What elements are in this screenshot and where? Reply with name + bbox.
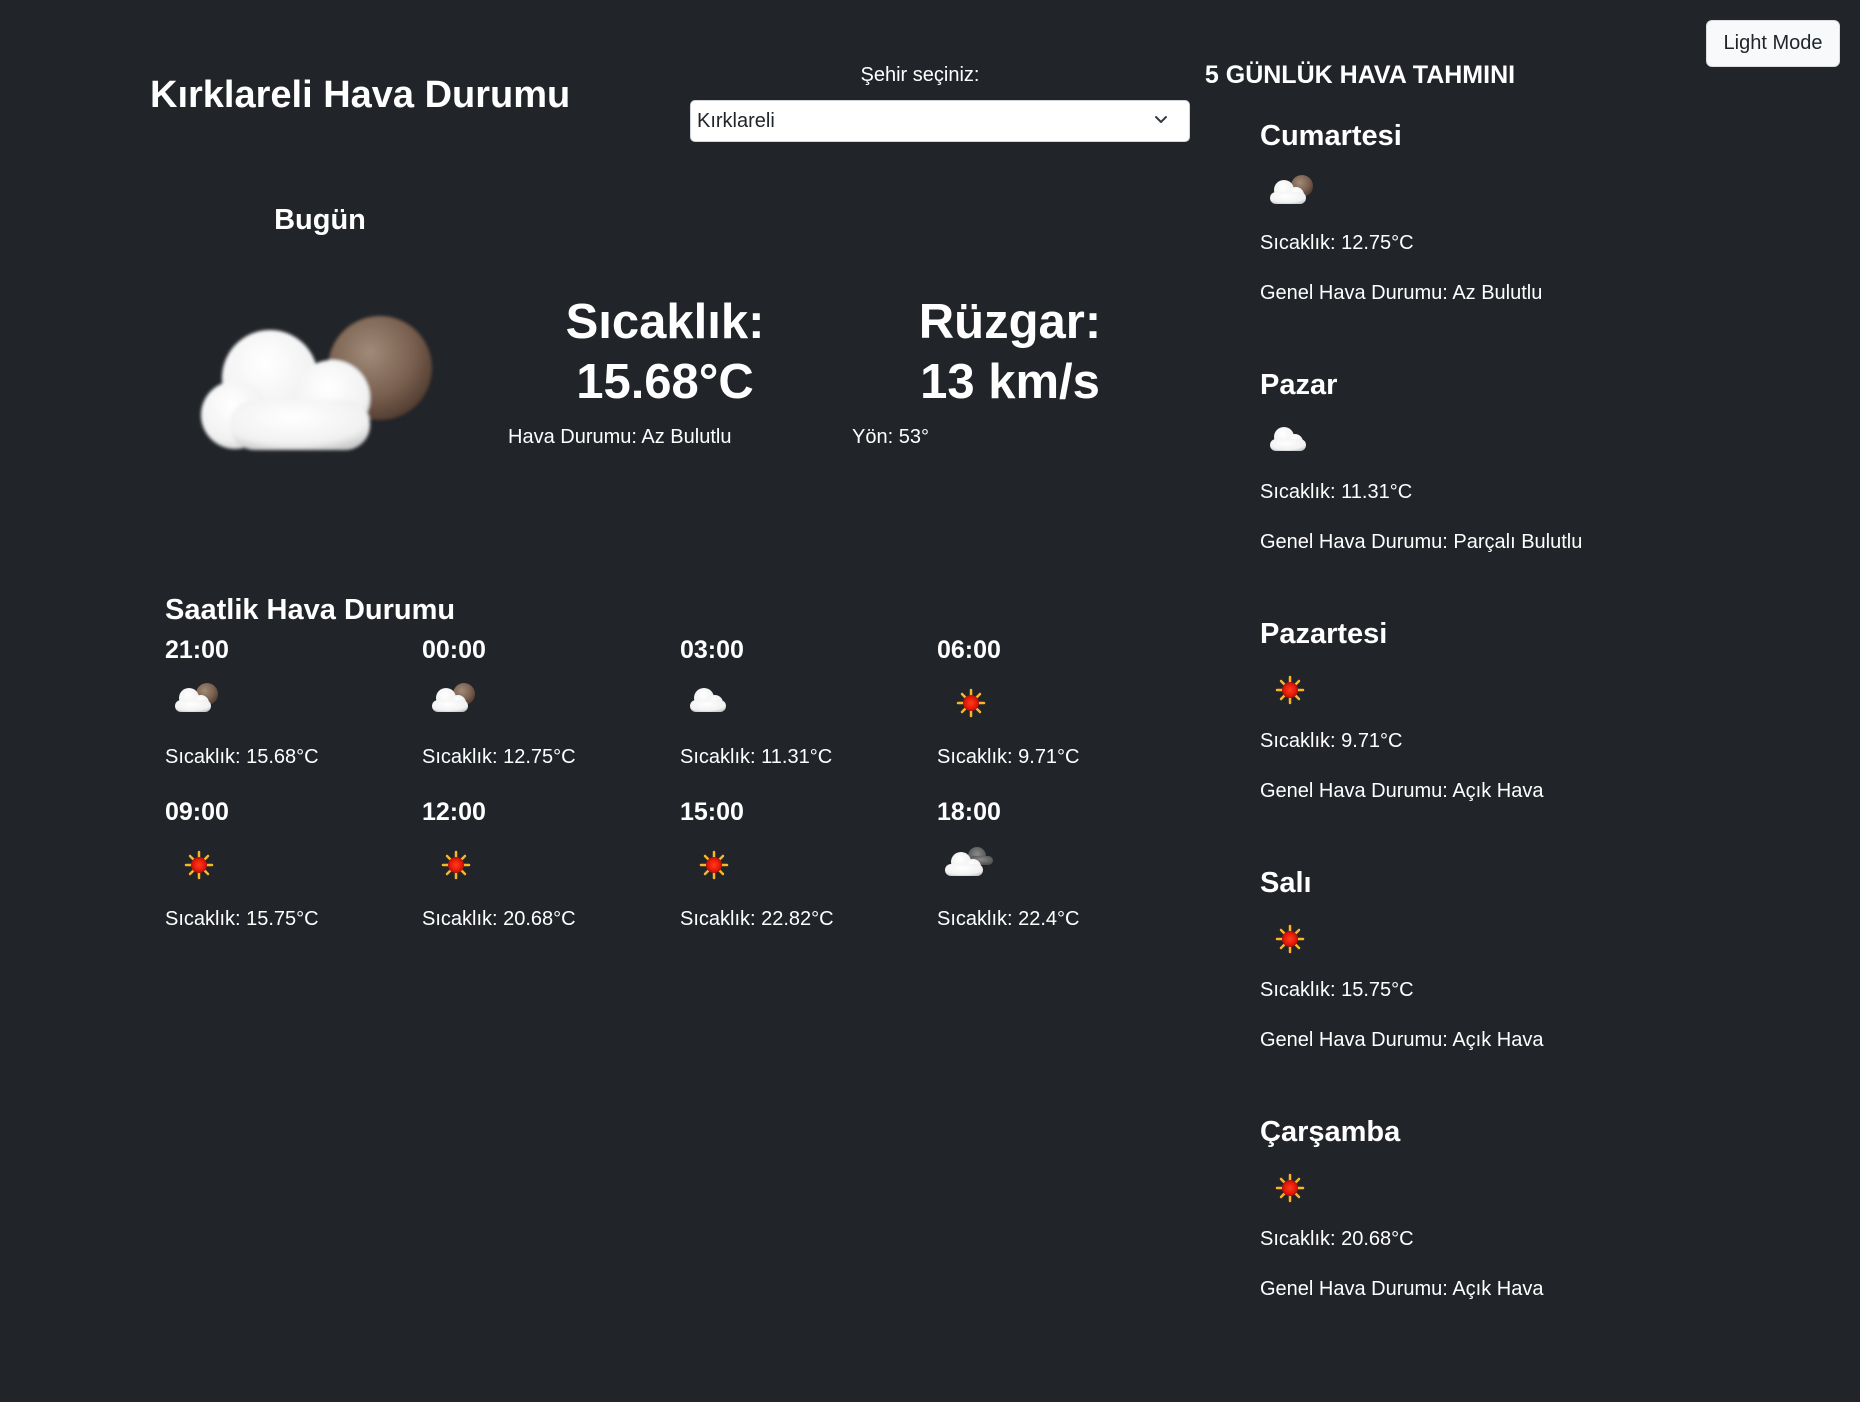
hourly-temp: Sıcaklık: 15.75°C	[165, 908, 319, 930]
cloud-icon	[682, 676, 742, 722]
city-select-value: Kırklareli	[697, 109, 775, 132]
hourly-item: 18:00 Sıcaklık: 22.4°C	[937, 798, 1187, 948]
forecast-day: Pazar Sıcaklık: 11.31°C Genel Hava Durum…	[1260, 369, 1820, 609]
few-clouds-icon	[190, 300, 450, 470]
hourly-title: Saatlik Hava Durumu	[165, 594, 456, 626]
hourly-time: 06:00	[937, 636, 1001, 664]
hourly-time: 15:00	[680, 798, 744, 826]
hourly-item: 03:00 Sıcaklık: 11.31°C	[680, 636, 930, 786]
forecast-day: Çarşamba Sıcaklık: 20.68°C Genel Hava Du…	[1260, 1116, 1820, 1356]
forecast-day: Pazartesi Sıcaklık: 9.71°C Genel Hava Du…	[1260, 618, 1820, 858]
hourly-item: 21:00 Sıcaklık: 15.68°C	[165, 636, 415, 786]
light-mode-button[interactable]: Light Mode	[1706, 20, 1840, 67]
hourly-time: 18:00	[937, 798, 1001, 826]
today-label: Bugün	[274, 204, 366, 236]
forecast-temp: Sıcaklık: 11.31°C	[1260, 481, 1413, 503]
forecast-condition: Genel Hava Durumu: Az Bulutlu	[1260, 282, 1543, 304]
hourly-time: 03:00	[680, 636, 744, 664]
forecast-temp: Sıcaklık: 20.68°C	[1260, 1228, 1414, 1250]
hourly-temp: Sıcaklık: 22.4°C	[937, 908, 1080, 930]
hourly-time: 12:00	[422, 798, 486, 826]
forecast-day: Cumartesi Sıcaklık: 12.75°C Genel Hava D…	[1260, 120, 1820, 360]
sun-icon	[1262, 666, 1322, 712]
city-select[interactable]: Kırklareli	[690, 100, 1190, 142]
hourly-time: 21:00	[165, 636, 229, 664]
hourly-temp: Sıcaklık: 20.68°C	[422, 908, 576, 930]
forecast-condition: Genel Hava Durumu: Açık Hava	[1260, 1278, 1544, 1300]
hourly-temp: Sıcaklık: 11.31°C	[680, 746, 833, 768]
hourly-item: 06:00 Sıcaklık: 9.71°C	[937, 636, 1187, 786]
forecast-day-name: Cumartesi	[1260, 120, 1402, 152]
wind-value: 13 km/s	[920, 355, 1100, 409]
sun-icon	[682, 838, 742, 884]
sun-icon	[1262, 1164, 1322, 1210]
chevron-down-icon	[1155, 116, 1167, 123]
forecast-temp: Sıcaklık: 9.71°C	[1260, 730, 1403, 752]
forecast-day-name: Pazartesi	[1260, 618, 1388, 650]
hourly-time: 09:00	[165, 798, 229, 826]
wind-title: Rüzgar:	[918, 295, 1102, 349]
forecast-title: 5 GÜNLÜK HAVA TAHMINI	[1204, 61, 1516, 89]
cloud-icon	[1262, 417, 1322, 463]
page-title: Kırklareli Hava Durumu	[150, 74, 571, 116]
forecast-condition: Genel Hava Durumu: Açık Hava	[1260, 780, 1544, 802]
temperature-title: Sıcaklık:	[565, 295, 765, 349]
sun-icon	[424, 838, 484, 884]
forecast-day-name: Pazar	[1260, 369, 1338, 401]
forecast-temp: Sıcaklık: 15.75°C	[1260, 979, 1414, 1001]
forecast-condition: Genel Hava Durumu: Açık Hava	[1260, 1029, 1544, 1051]
hourly-temp: Sıcaklık: 15.68°C	[165, 746, 319, 768]
city-select-label: Şehir seçiniz:	[860, 64, 980, 86]
hourly-time: 00:00	[422, 636, 486, 664]
hourly-temp: Sıcaklık: 22.82°C	[680, 908, 834, 930]
hourly-temp: Sıcaklık: 12.75°C	[422, 746, 576, 768]
few-clouds-night-icon	[939, 838, 999, 884]
hourly-item: 15:00 Sıcaklık: 22.82°C	[680, 798, 930, 948]
hourly-item: 12:00 Sıcaklık: 20.68°C	[422, 798, 672, 948]
hourly-item: 00:00 Sıcaklık: 12.75°C	[422, 636, 672, 786]
sun-icon	[167, 838, 227, 884]
sun-icon	[1262, 915, 1322, 961]
forecast-day-name: Çarşamba	[1260, 1116, 1401, 1148]
few-clouds-icon	[167, 676, 227, 722]
few-clouds-icon	[1262, 168, 1322, 214]
hourly-item: 09:00 Sıcaklık: 15.75°C	[165, 798, 415, 948]
forecast-day: Salı Sıcaklık: 15.75°C Genel Hava Durumu…	[1260, 867, 1820, 1107]
hourly-temp: Sıcaklık: 9.71°C	[937, 746, 1080, 768]
forecast-temp: Sıcaklık: 12.75°C	[1260, 232, 1414, 254]
today-condition: Hava Durumu: Az Bulutlu	[508, 426, 732, 448]
wind-direction: Yön: 53°	[852, 426, 929, 448]
temperature-value: 15.68°C	[576, 355, 754, 409]
few-clouds-icon	[424, 676, 484, 722]
forecast-day-name: Salı	[1260, 867, 1312, 899]
sun-icon	[939, 676, 999, 722]
forecast-condition: Genel Hava Durumu: Parçalı Bulutlu	[1260, 531, 1583, 553]
